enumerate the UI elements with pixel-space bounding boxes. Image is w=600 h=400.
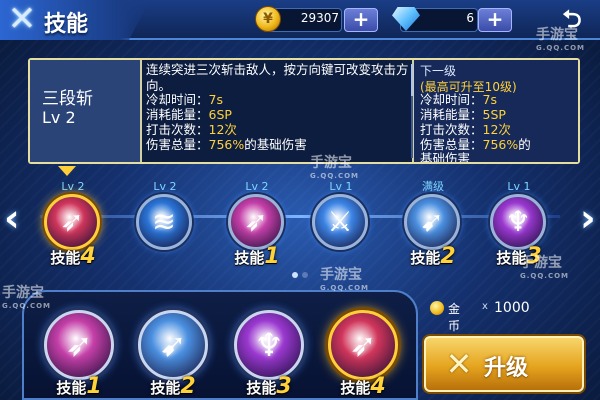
dash-icon: ➹ [420,205,444,238]
selected-skill-indicator [58,166,76,176]
skill-name: 三段斩 [42,89,93,109]
next-damage-stat: 伤害总量：756%的 [420,137,531,152]
equipped-skill-slot[interactable]: ➶ 技能1 [36,300,122,400]
skill-slot-label: 技能1 [234,244,280,269]
watermark: 手游宝 G.QQ.COM [2,285,52,310]
skill-orb-icon[interactable]: ➹ [138,310,208,380]
skill-level-badge: Lv 1 [329,180,353,193]
next-energy-stat: 消耗能量：5SP [420,107,506,122]
watermark: 手游宝 G.QQ.COM [520,255,570,280]
next-level-title: 下一级 [420,64,457,78]
skill-orb-icon[interactable]: ♆ [234,310,304,380]
energy-stat: 消耗能量：6SP [146,107,232,122]
page-indicator [292,272,308,278]
upgrade-button[interactable]: ✕ 升级 [424,336,584,392]
slash-icon: ➶ [244,205,268,238]
hits-stat: 打击次数：12次 [146,122,237,137]
add-gold-button[interactable]: + [344,8,378,32]
slash-icon: ➶ [60,205,84,238]
page-title: 技能 [44,12,89,37]
skill-slot[interactable]: Lv 2 ➶ 技能4 [38,180,108,270]
skill-level-badge: Lv 2 [153,180,177,193]
slash-icon: ➶ [349,326,377,364]
skill-slot[interactable]: Lv 1 ⚔ [306,180,376,270]
equipped-skill-label: 技能2 [150,374,196,399]
wave-icon: ≋ [152,205,176,238]
skill-slot-label: 技能2 [410,244,456,269]
upgrade-button-label: 升级 [484,356,529,381]
gold-amount: 29307 [300,11,339,25]
slash-icon: ➶ [65,326,93,364]
skill-orb-icon[interactable]: ➶ [44,194,100,250]
chevron-left-icon[interactable]: ‹ [4,198,20,238]
skill-description: 连续突进三次斩击敌人，按方向键可改变攻击方向。 [146,62,409,93]
page-dot [292,272,298,278]
next-cooldown-stat: 冷却时间：7s [420,92,497,107]
skill-orb-icon[interactable]: ♆ [490,194,546,250]
skill-orb-icon[interactable]: ⚔ [312,194,368,250]
equipped-skill-label: 技能3 [246,374,292,399]
gold-coin-icon: ¥ [255,6,281,32]
skill-orb-icon[interactable]: ≋ [136,194,192,250]
skill-row-track [40,215,560,218]
skill-slot[interactable]: Lv 2 ➶ 技能1 [222,180,292,270]
skill-level-badge: Lv 2 [61,180,85,193]
dragon-icon: ♆ [254,326,284,364]
damage-stat: 伤害总量：756%的基础伤害 [146,137,307,152]
crossed-blades-icon: ✕ [7,0,37,39]
skill-level: Lv 2 [42,108,76,127]
chevron-right-icon[interactable]: › [580,198,596,238]
next-hits-stat: 打击次数：12次 [420,122,511,137]
skill-slot[interactable]: Lv 2 ≋ [130,180,200,270]
skill-orb-icon[interactable]: ➹ [404,194,460,250]
skill-slot-label: 技能4 [50,244,96,269]
page-dot [302,272,308,278]
dash-icon: ➹ [159,326,187,364]
gem-amount: 6 [466,11,474,25]
equipped-skill-label: 技能1 [56,374,102,399]
dragon-icon: ♆ [505,205,531,238]
skill-orb-icon[interactable]: ➶ [328,310,398,380]
skill-slot[interactable]: 满级 ➹ 技能2 [398,180,468,270]
watermark: 手游宝 G.QQ.COM [536,27,586,52]
blade-icon: ⚔ [327,205,353,238]
equipped-skill-slot[interactable]: ➶ 技能4 [320,300,406,400]
equipped-skill-label: 技能4 [340,374,386,399]
equipped-skill-slot[interactable]: ♆ 技能3 [226,300,312,400]
skill-level-badge: 满级 [422,180,444,193]
watermark: 手游宝 G.QQ.COM [320,267,370,292]
description-scroll-thumb[interactable] [411,64,413,96]
crossed-blades-icon: ✕ [445,345,473,383]
add-gems-button[interactable]: + [478,8,512,32]
skill-level-badge: Lv 2 [245,180,269,193]
equipped-skill-slot[interactable]: ➹ 技能2 [130,300,216,400]
skill-orb-icon[interactable]: ➶ [228,194,284,250]
watermark: 手游宝 G.QQ.COM [310,155,360,180]
next-damage-cutoff: 基础伤害 [420,152,471,162]
gold-coin-icon [430,301,444,315]
cooldown-stat: 冷却时间：7s [146,92,223,107]
skill-orb-icon[interactable]: ➶ [44,310,114,380]
skill-level-badge: Lv 1 [507,180,531,193]
